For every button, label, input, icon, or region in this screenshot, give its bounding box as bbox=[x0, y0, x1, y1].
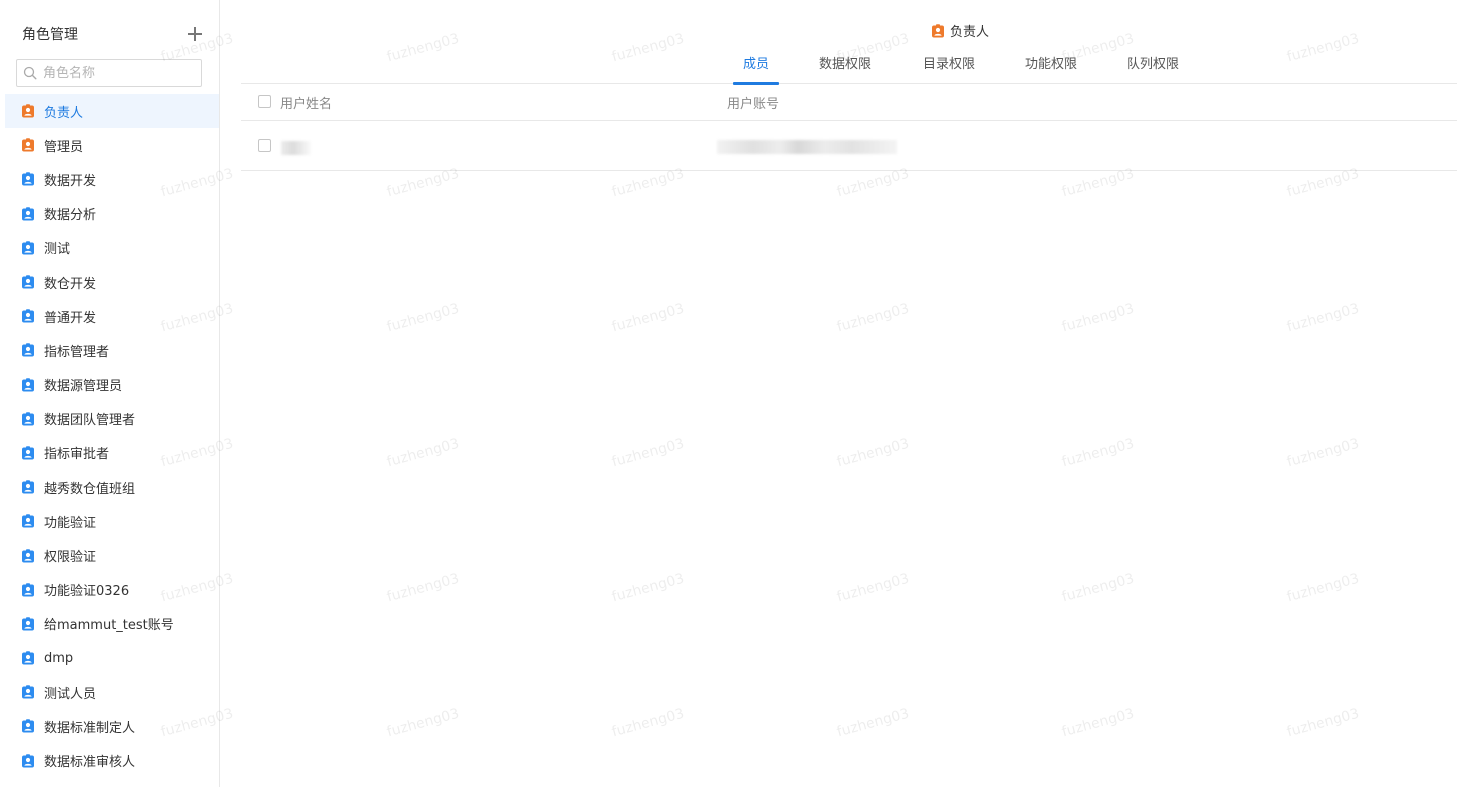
role-item-label: dmp bbox=[44, 650, 74, 666]
role-management-app: 角色管理 负责人管理员数据开发数据分析测试数仓开发普通开发指标管理者数据源管理员… bbox=[0, 0, 1457, 787]
column-header-user-name: 用户姓名 bbox=[280, 97, 333, 112]
role-item[interactable]: 数据标准制定人 bbox=[5, 709, 219, 743]
row-checkbox[interactable] bbox=[258, 139, 271, 152]
role-item-label: 数仓开发 bbox=[44, 276, 97, 292]
role-item[interactable]: 管理员 bbox=[5, 128, 219, 162]
role-item[interactable]: 普通开发 bbox=[5, 299, 219, 333]
badge-user-blue-icon bbox=[22, 172, 34, 186]
badge-user-blue-icon bbox=[22, 343, 34, 357]
badge-user-blue-icon bbox=[22, 719, 34, 733]
badge-user-blue-icon bbox=[22, 446, 34, 460]
tab-4[interactable]: 队列权限 bbox=[1127, 52, 1179, 84]
role-item[interactable]: 负责人 bbox=[5, 94, 219, 129]
role-list: 负责人管理员数据开发数据分析测试数仓开发普通开发指标管理者数据源管理员 数据团队管… bbox=[5, 94, 219, 778]
role-item[interactable]: 数仓开发 bbox=[5, 265, 219, 299]
role-item[interactable]: 数据团队管理者 bbox=[5, 402, 219, 436]
role-item-label: 数据开发 bbox=[44, 173, 97, 189]
badge-user-blue-icon bbox=[22, 377, 34, 392]
badge-user-blue-icon bbox=[22, 685, 34, 699]
role-item-label: 数据源管理员 bbox=[44, 379, 123, 395]
role-item-label: 数据标准制定人 bbox=[44, 720, 136, 736]
role-item-label: 测试人员 bbox=[44, 686, 97, 702]
role-search-box[interactable] bbox=[16, 59, 202, 87]
search-icon bbox=[23, 66, 37, 80]
tab-3[interactable]: 功能权限 bbox=[1025, 52, 1077, 84]
role-item-label: 普通开发 bbox=[44, 310, 97, 326]
role-item-label: 给mammut_test账号 bbox=[44, 618, 174, 634]
role-search-input[interactable] bbox=[41, 64, 191, 82]
badge-user-blue-icon bbox=[22, 753, 34, 768]
selected-role-title: 负责人 bbox=[950, 25, 990, 40]
role-item[interactable]: 指标管理者 bbox=[5, 333, 219, 367]
badge-user-blue-icon bbox=[22, 617, 34, 631]
badge-user-blue-icon bbox=[22, 309, 34, 323]
selected-role-heading: 负责人 bbox=[931, 21, 989, 40]
badge-user-blue-icon bbox=[22, 480, 34, 494]
badge-user-blue-icon bbox=[22, 206, 34, 221]
role-item-label: 负责人 bbox=[44, 105, 84, 121]
badge-user-blue-icon bbox=[22, 514, 34, 528]
role-tabs: 成员 数据权限 目录权限 功能权限 队列权限 bbox=[241, 52, 1457, 85]
badge-user-orange-icon bbox=[22, 104, 34, 118]
badge-user-orange-icon bbox=[22, 138, 34, 152]
role-item[interactable]: 权限验证 bbox=[5, 538, 219, 572]
badge-user-blue-icon bbox=[22, 583, 34, 597]
role-item-label: 权限验证 bbox=[44, 550, 97, 566]
redacted-user-account bbox=[717, 140, 897, 154]
badge-user-orange-icon bbox=[932, 23, 944, 37]
role-item[interactable]: 指标审批者 bbox=[5, 436, 219, 470]
role-item[interactable]: 给mammut_test账号 bbox=[5, 607, 219, 641]
redacted-user-name bbox=[281, 141, 311, 155]
role-item[interactable]: 测试 bbox=[5, 231, 219, 265]
add-role-button[interactable] bbox=[186, 25, 204, 43]
role-item[interactable]: 测试人员 bbox=[5, 675, 219, 709]
badge-user-blue-icon bbox=[22, 412, 34, 426]
member-table: 用户姓名 用户账号 bbox=[241, 84, 1457, 171]
role-item[interactable]: 功能验证0326 bbox=[5, 573, 219, 607]
role-item-label: 功能验证0326 bbox=[44, 584, 130, 600]
tab-1[interactable]: 数据权限 bbox=[819, 52, 871, 84]
badge-user-blue-icon bbox=[22, 275, 34, 289]
role-item-label: 指标管理者 bbox=[44, 344, 110, 360]
role-item-label: 功能验证 bbox=[44, 515, 97, 531]
table-header-row: 用户姓名 用户账号 bbox=[241, 84, 1457, 121]
sidebar-title: 角色管理 bbox=[22, 27, 78, 43]
role-item[interactable]: 越秀数仓值班组 bbox=[5, 470, 219, 504]
role-item-label: 指标审批者 bbox=[44, 447, 110, 463]
role-item[interactable]: 数据源管理员 bbox=[5, 368, 219, 402]
main-panel: 负责人 成员 数据权限 目录权限 功能权限 队列权限 用户姓名 用户账号 bbox=[241, 0, 1457, 787]
role-item-label: 测试 bbox=[44, 242, 71, 258]
sidebar-header: 角色管理 bbox=[22, 22, 204, 46]
role-item-label: 数据标准审核人 bbox=[44, 755, 136, 771]
role-item[interactable]: 功能验证 bbox=[5, 504, 219, 538]
table-row bbox=[241, 121, 1457, 171]
role-item-label: 管理员 bbox=[44, 139, 84, 155]
sidebar: 角色管理 负责人管理员数据开发数据分析测试数仓开发普通开发指标管理者数据源管理员… bbox=[0, 0, 220, 787]
badge-user-blue-icon bbox=[22, 548, 34, 563]
tab-2[interactable]: 目录权限 bbox=[923, 52, 975, 84]
role-item[interactable]: 数据标准审核人 bbox=[5, 744, 219, 778]
role-item-label: 越秀数仓值班组 bbox=[44, 481, 136, 497]
badge-user-blue-icon bbox=[22, 651, 34, 665]
role-item[interactable]: 数据分析 bbox=[5, 197, 219, 231]
badge-user-blue-icon bbox=[22, 241, 34, 255]
role-item-label: 数据团队管理者 bbox=[44, 413, 136, 429]
role-item[interactable]: dmp bbox=[5, 641, 219, 675]
role-item-label: 数据分析 bbox=[44, 208, 97, 224]
column-header-user-account: 用户账号 bbox=[727, 97, 780, 112]
role-item[interactable]: 数据开发 bbox=[5, 162, 219, 196]
tab-0[interactable]: 成员 bbox=[732, 52, 780, 85]
select-all-checkbox[interactable] bbox=[258, 95, 271, 108]
